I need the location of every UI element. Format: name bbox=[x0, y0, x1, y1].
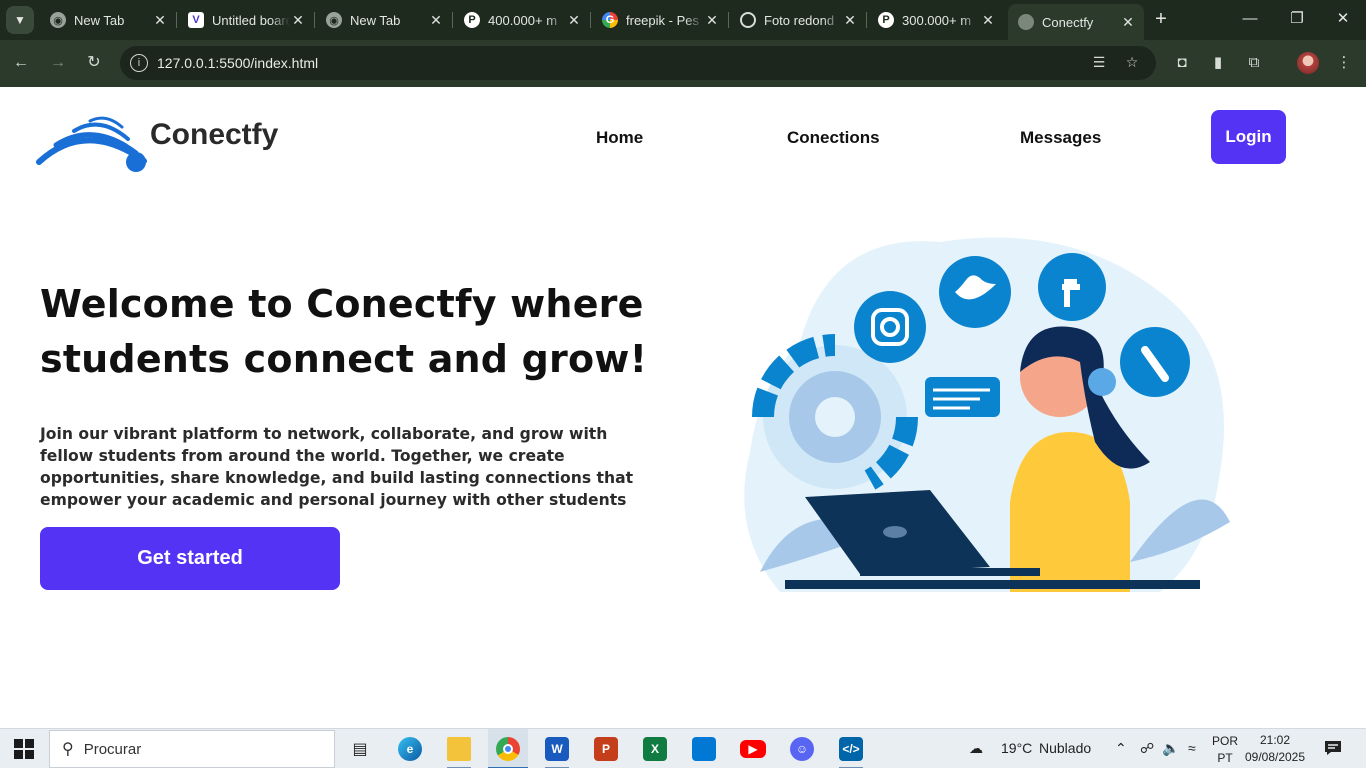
profile-avatar[interactable] bbox=[1297, 52, 1319, 74]
minimize-button[interactable]: — bbox=[1238, 8, 1262, 30]
address-bar[interactable]: i 127.0.0.1:5500/index.html ☰ ☆ bbox=[120, 46, 1156, 80]
browser-tab-bar: ▼ ◉ New Tab ✕ V Untitled board ✕ ◉ New T… bbox=[0, 0, 1366, 40]
store-icon[interactable] bbox=[684, 729, 724, 768]
facebook-icon bbox=[1038, 253, 1106, 321]
openai-icon bbox=[740, 12, 756, 28]
new-tab-button[interactable]: + bbox=[1150, 8, 1172, 30]
hero-title: Welcome to Conectfy where students conne… bbox=[40, 282, 648, 381]
close-tab-icon[interactable]: ✕ bbox=[428, 12, 444, 29]
tab-search-button[interactable]: ▼ bbox=[6, 6, 34, 34]
vertabelo-icon: V bbox=[188, 12, 204, 28]
browser-tab[interactable]: Foto redond ✕ bbox=[730, 5, 867, 35]
chrome-icon: ◉ bbox=[50, 12, 66, 28]
close-window-button[interactable]: ✕ bbox=[1331, 8, 1355, 30]
edge-icon[interactable]: e bbox=[390, 729, 430, 768]
word-icon[interactable]: W bbox=[537, 729, 577, 768]
discord-icon[interactable]: ☺ bbox=[782, 729, 822, 768]
close-tab-icon[interactable]: ✕ bbox=[704, 12, 720, 29]
reload-button[interactable]: ↻ bbox=[83, 52, 105, 74]
hero-description: Join our vibrant platform to network, co… bbox=[40, 425, 634, 509]
camera-icon[interactable]: ◘ bbox=[1172, 53, 1192, 73]
google-icon: G bbox=[602, 12, 618, 28]
brand-name[interactable]: Conectfy bbox=[150, 118, 278, 152]
file-explorer-icon[interactable] bbox=[439, 729, 479, 768]
close-tab-icon[interactable]: ✕ bbox=[290, 12, 306, 29]
task-view-icon[interactable]: ▤ bbox=[340, 729, 380, 768]
twitter-icon bbox=[939, 256, 1011, 328]
globe-icon bbox=[1018, 14, 1034, 30]
bookmark-star-icon[interactable]: ☆ bbox=[1123, 54, 1141, 72]
pexels-icon: P bbox=[464, 12, 480, 28]
powerpoint-icon[interactable]: P bbox=[586, 729, 626, 768]
tab-title: Untitled board bbox=[212, 12, 290, 28]
login-button[interactable]: Login bbox=[1211, 110, 1286, 164]
tab-title: 400.000+ m bbox=[488, 12, 558, 28]
taskbar-search-placeholder: Procurar bbox=[83, 740, 142, 758]
browser-tab[interactable]: V Untitled board ✕ bbox=[178, 5, 315, 35]
forward-button[interactable]: → bbox=[47, 52, 69, 74]
clock-time: 21:02 bbox=[1259, 733, 1291, 747]
vscode-icon[interactable]: </> bbox=[831, 729, 871, 768]
chat-bubble-icon bbox=[925, 377, 1000, 417]
page-content: Conectfy Home Conections Messages Login … bbox=[0, 87, 1366, 728]
back-button[interactable]: ← bbox=[10, 52, 32, 74]
instagram-icon bbox=[854, 291, 926, 363]
language-line2: PT bbox=[1217, 751, 1233, 765]
chrome-taskbar-icon[interactable] bbox=[488, 729, 528, 768]
close-tab-icon[interactable]: ✕ bbox=[566, 12, 582, 29]
tab-title: New Tab bbox=[350, 12, 401, 28]
nav-messages-link[interactable]: Messages bbox=[1020, 128, 1101, 148]
hero-illustration bbox=[744, 237, 1230, 593]
extensions-puzzle-icon[interactable]: ⧉ bbox=[1244, 53, 1264, 73]
weather-temperature[interactable]: 19°C bbox=[1001, 740, 1032, 756]
language-line1: POR bbox=[1212, 734, 1239, 748]
conectfy-logo-icon[interactable] bbox=[36, 109, 154, 175]
browser-toolbar: ← → ↻ i 127.0.0.1:5500/index.html ☰ ☆ ◘ … bbox=[0, 40, 1366, 87]
youtube-icon[interactable]: ▶ bbox=[733, 729, 773, 768]
browser-tab[interactable]: P 400.000+ m ✕ bbox=[454, 5, 591, 35]
close-tab-icon[interactable]: ✕ bbox=[980, 12, 996, 29]
taskbar-search-box[interactable]: ⚲ Procurar bbox=[49, 730, 335, 768]
clock-date: 09/08/2025 bbox=[1244, 750, 1306, 764]
close-tab-icon[interactable]: ✕ bbox=[1120, 14, 1136, 31]
translate-icon[interactable]: ☰ bbox=[1090, 54, 1108, 72]
windows-taskbar: ⚲ Procurar ▤ e W P X ▶ ☺ </> ☁ 19°C Nubl… bbox=[0, 728, 1366, 768]
close-tab-icon[interactable]: ✕ bbox=[842, 12, 858, 29]
gear-icon bbox=[752, 334, 919, 490]
wifi-icon[interactable]: ≈ bbox=[1188, 740, 1196, 756]
browser-menu-icon[interactable]: ⋮ bbox=[1334, 53, 1354, 73]
close-tab-icon[interactable]: ✕ bbox=[152, 12, 168, 29]
tab-title: freepik - Pes bbox=[626, 12, 699, 28]
nav-connections-link[interactable]: Conections bbox=[787, 128, 880, 148]
notifications-icon[interactable] bbox=[1324, 740, 1342, 756]
tab-title: New Tab bbox=[74, 12, 125, 28]
site-info-icon[interactable]: i bbox=[130, 54, 148, 72]
browser-tab[interactable]: ◉ New Tab ✕ bbox=[40, 5, 177, 35]
browser-tab[interactable]: P 300.000+ m ✕ bbox=[868, 5, 1004, 35]
wrench-icon bbox=[1120, 327, 1190, 397]
excel-icon[interactable]: X bbox=[635, 729, 675, 768]
weather-icon[interactable]: ☁ bbox=[969, 740, 983, 757]
windows-start-icon[interactable] bbox=[14, 739, 34, 759]
url-text[interactable]: 127.0.0.1:5500/index.html bbox=[157, 55, 318, 71]
tab-title: 300.000+ m bbox=[902, 12, 972, 28]
language-indicator[interactable]: POR PT bbox=[1212, 733, 1238, 767]
browser-tab-active[interactable]: Conectfy ✕ bbox=[1008, 4, 1144, 40]
weather-condition[interactable]: Nublado bbox=[1039, 740, 1091, 756]
volume-icon[interactable]: 🔈 bbox=[1162, 740, 1179, 757]
extension-docs-icon[interactable]: ▮ bbox=[1208, 53, 1228, 73]
browser-tab[interactable]: G freepik - Pes ✕ bbox=[592, 5, 729, 35]
search-icon: ⚲ bbox=[62, 741, 74, 758]
nav-home-link[interactable]: Home bbox=[596, 128, 643, 148]
browser-tab[interactable]: ◉ New Tab ✕ bbox=[316, 5, 453, 35]
get-started-button[interactable]: Get started bbox=[40, 527, 340, 590]
system-clock[interactable]: 21:02 09/08/2025 bbox=[1244, 732, 1306, 766]
chrome-icon: ◉ bbox=[326, 12, 342, 28]
meet-now-icon[interactable]: ☍ bbox=[1140, 740, 1154, 757]
restore-button[interactable]: ❐ bbox=[1285, 8, 1309, 30]
tab-title: Conectfy bbox=[1042, 14, 1094, 30]
tab-title: Foto redond bbox=[764, 12, 835, 28]
chevron-up-icon[interactable]: ⌃ bbox=[1115, 740, 1127, 757]
pexels-icon: P bbox=[878, 12, 894, 28]
